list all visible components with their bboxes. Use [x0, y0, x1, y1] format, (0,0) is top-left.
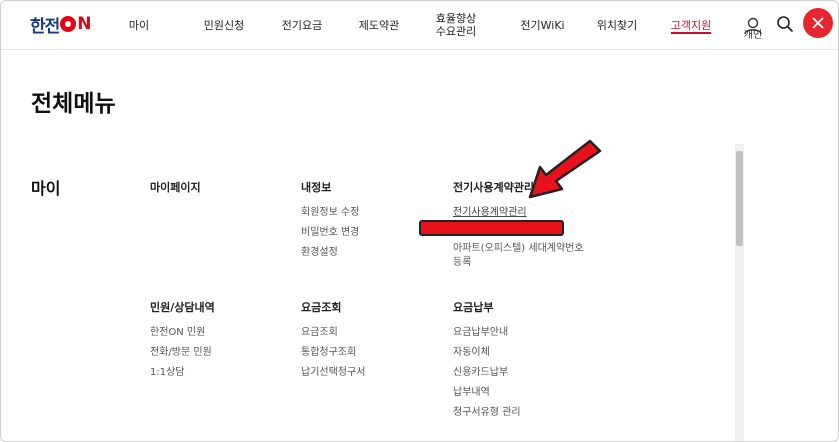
link-bill-type-management[interactable]: 청구서유형 관리	[453, 403, 521, 418]
link-contract-management[interactable]: 전기사용계약관리	[453, 203, 527, 218]
link-apartment-contract-register[interactable]: 아파트(오피스텔) 세대계약번호 등록	[453, 242, 593, 270]
group-fee-payment[interactable]: 요금납부	[453, 299, 493, 315]
link-payment-history[interactable]: 납부내역	[453, 383, 490, 398]
user-type-label[interactable]: 개인	[742, 26, 764, 41]
group-mypage[interactable]: 마이페이지	[150, 179, 201, 195]
nav-civil-application[interactable]: 민원신청	[199, 1, 249, 49]
logo-text: 한전	[30, 16, 60, 37]
link-payment-guide[interactable]: 요금납부안내	[453, 323, 508, 338]
link-kepco-on-civil[interactable]: 한전ON 민원	[150, 323, 205, 338]
link-fee-inquiry[interactable]: 요금조회	[301, 323, 338, 338]
group-fee-inquiry[interactable]: 요금조회	[301, 299, 341, 315]
browser-frame: 한전 N 마이 민원신청 전기요금 제도약관 효율향상 수요관리 전기WiKi …	[0, 0, 839, 442]
link-settings[interactable]: 환경설정	[301, 243, 338, 258]
group-contract-management[interactable]: 전기사용계약관리	[453, 179, 534, 195]
top-header: 한전 N 마이 민원신청 전기요금 제도약관 효율향상 수요관리 전기WiKi …	[1, 1, 838, 50]
nav-electric-wiki[interactable]: 전기WiKi	[515, 1, 570, 49]
link-integrated-bill-inquiry[interactable]: 통합청구조회	[301, 343, 356, 358]
logo-on-mark: N	[60, 14, 92, 34]
section-title-my: 마이	[31, 179, 61, 198]
annotation-arrow-icon	[528, 139, 602, 199]
close-menu-button[interactable]	[803, 8, 833, 38]
nav-electric-fee[interactable]: 전기요금	[277, 1, 327, 49]
link-due-date-bill[interactable]: 납기선택청구서	[301, 363, 365, 378]
nav-find-location[interactable]: 위치찾기	[594, 1, 640, 49]
link-edit-member-info[interactable]: 회원정보 수정	[301, 203, 359, 218]
link-change-password[interactable]: 비밀번호 변경	[301, 223, 359, 238]
link-phone-visit-civil[interactable]: 전화/방문 민원	[150, 343, 212, 358]
close-icon	[812, 17, 824, 29]
nav-my[interactable]: 마이	[121, 1, 157, 49]
redaction-bar	[419, 220, 564, 236]
link-credit-card-payment[interactable]: 신용카드납부	[453, 363, 508, 378]
page-title: 전체메뉴	[31, 91, 116, 117]
link-one-on-one[interactable]: 1:1상담	[150, 363, 185, 378]
nav-efficiency-demand[interactable]: 효율향상 수요관리	[431, 1, 481, 49]
logo-o-icon	[60, 16, 77, 32]
group-civil-history[interactable]: 민원/상담내역	[150, 299, 215, 315]
search-icon[interactable]	[776, 15, 794, 33]
kepco-on-logo[interactable]: 한전 N	[30, 13, 92, 37]
logo-n-text: N	[77, 14, 92, 34]
nav-customer-support[interactable]: 고객지원	[671, 1, 711, 49]
group-my-info[interactable]: 내정보	[301, 179, 331, 195]
scrollbar-thumb[interactable]	[736, 151, 743, 246]
link-auto-transfer[interactable]: 자동이체	[453, 343, 490, 358]
nav-policy-terms[interactable]: 제도약관	[354, 1, 404, 49]
